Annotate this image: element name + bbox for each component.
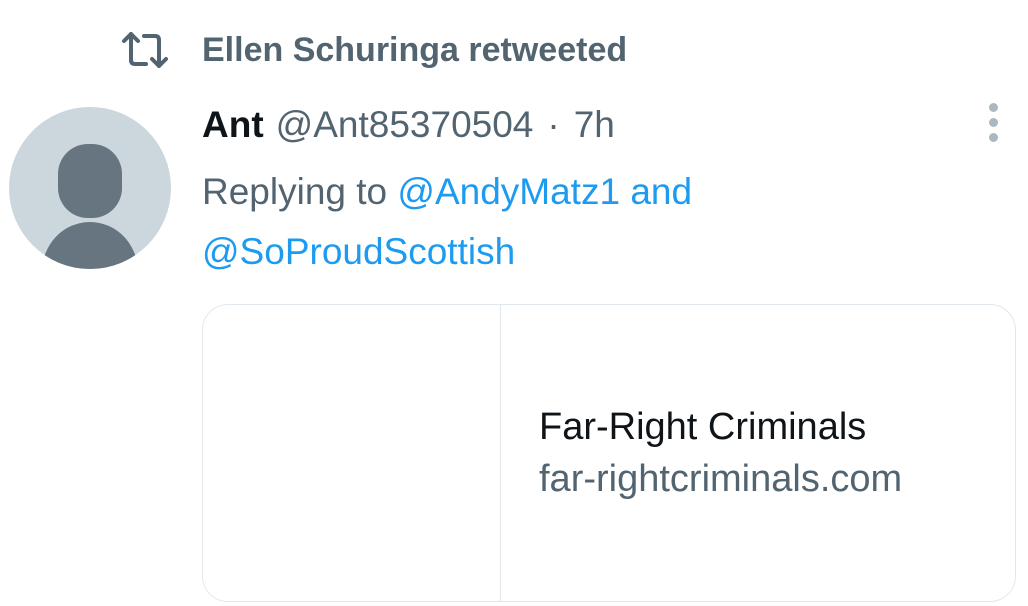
- tweet-timestamp[interactable]: 7h: [574, 104, 615, 146]
- reply-conjunction[interactable]: and: [630, 171, 692, 212]
- mention-andymatz1[interactable]: @AndyMatz1: [397, 171, 620, 212]
- reply-prefix: Replying to: [202, 171, 388, 212]
- default-profile-icon: [42, 144, 138, 269]
- link-card[interactable]: Far-Right Criminals far-rightcriminals.c…: [202, 304, 1016, 602]
- card-domain: far-rightcriminals.com: [539, 458, 903, 500]
- mention-soproudscottish[interactable]: @SoProudScottish: [202, 231, 515, 272]
- card-thumbnail[interactable]: [203, 305, 501, 601]
- separator-dot: ·: [547, 104, 560, 145]
- retweet-icon: [120, 30, 170, 70]
- retweet-label[interactable]: Ellen Schuringa retweeted: [202, 31, 627, 70]
- reply-context: Replying to @AndyMatz1 and @SoProudScott…: [202, 162, 902, 282]
- retweet-context[interactable]: Ellen Schuringa retweeted: [120, 26, 627, 74]
- card-title: Far-Right Criminals: [539, 406, 867, 448]
- more-vertical-icon: [988, 102, 998, 112]
- card-body[interactable]: Far-Right Criminals far-rightcriminals.c…: [501, 305, 1015, 601]
- tweet-header: Ant @Ant85370504 · 7h: [202, 102, 615, 148]
- display-name[interactable]: Ant: [202, 104, 264, 146]
- user-handle[interactable]: @Ant85370504: [276, 104, 534, 146]
- more-options-button[interactable]: [977, 102, 1009, 142]
- avatar[interactable]: [9, 107, 171, 269]
